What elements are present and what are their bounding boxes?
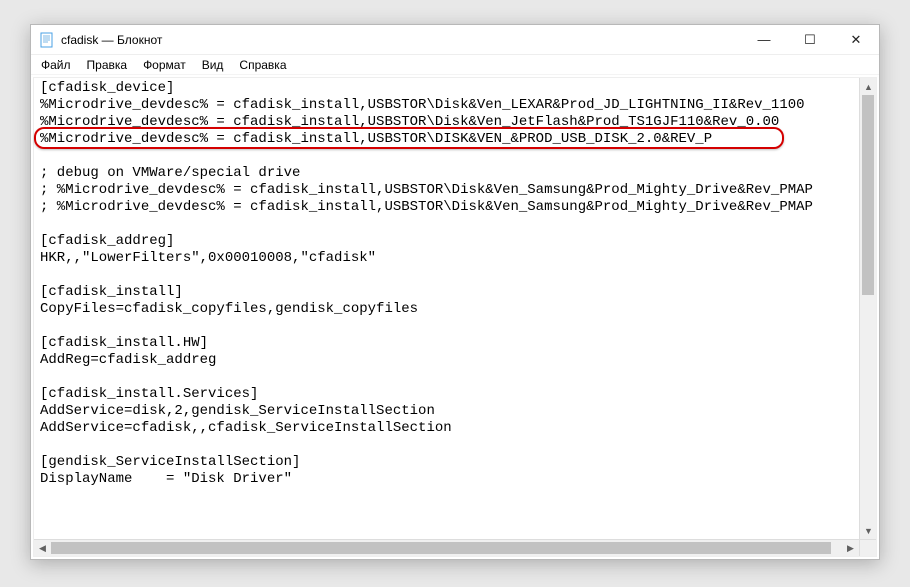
text-line: %Microdrive_devdesc% = cfadisk_install,U… [40, 97, 805, 113]
editor-area: [cfadisk_device] %Microdrive_devdesc% = … [33, 77, 877, 557]
menu-help[interactable]: Справка [233, 57, 292, 73]
text-line: [cfadisk_device] [40, 80, 174, 96]
close-button[interactable]: ✕ [833, 25, 879, 54]
window-controls: — ☐ ✕ [741, 25, 879, 54]
minimize-button[interactable]: — [741, 25, 787, 54]
titlebar[interactable]: cfadisk — Блокнот — ☐ ✕ [31, 25, 879, 55]
text-line: ; %Microdrive_devdesc% = cfadisk_install… [40, 199, 813, 215]
scroll-up-icon[interactable]: ▲ [860, 78, 877, 95]
menu-format[interactable]: Формат [137, 57, 192, 73]
text-line-highlighted: %Microdrive_devdesc% = cfadisk_install,U… [40, 131, 712, 147]
text-line: [cfadisk_addreg] [40, 233, 174, 249]
text-line: AddService=disk,2,gendisk_ServiceInstall… [40, 403, 435, 419]
notepad-window: cfadisk — Блокнот — ☐ ✕ Файл Правка Форм… [30, 24, 880, 560]
text-line: DisplayName = "Disk Driver" [40, 471, 292, 487]
menu-edit[interactable]: Правка [81, 57, 134, 73]
notepad-icon [39, 32, 55, 48]
horizontal-scrollbar[interactable]: ◀ ▶ [34, 539, 859, 556]
text-line: [cfadisk_install.HW] [40, 335, 208, 351]
text-line: HKR,,"LowerFilters",0x00010008,"cfadisk" [40, 250, 376, 266]
text-line: %Microdrive_devdesc% = cfadisk_install,U… [40, 114, 779, 130]
scroll-down-icon[interactable]: ▼ [860, 522, 877, 539]
menu-file[interactable]: Файл [35, 57, 77, 73]
maximize-button[interactable]: ☐ [787, 25, 833, 54]
hscroll-track[interactable] [51, 540, 842, 556]
vscroll-thumb[interactable] [862, 95, 874, 295]
text-line: AddService=cfadisk,,cfadisk_ServiceInsta… [40, 420, 452, 436]
hscroll-thumb[interactable] [51, 542, 831, 554]
menubar: Файл Правка Формат Вид Справка [31, 55, 879, 75]
text-line: CopyFiles=cfadisk_copyfiles,gendisk_copy… [40, 301, 418, 317]
text-editor[interactable]: [cfadisk_device] %Microdrive_devdesc% = … [34, 78, 876, 556]
text-line: AddReg=cfadisk_addreg [40, 352, 216, 368]
text-line: [gendisk_ServiceInstallSection] [40, 454, 300, 470]
text-line: [cfadisk_install.Services] [40, 386, 258, 402]
menu-view[interactable]: Вид [196, 57, 230, 73]
vscroll-track[interactable] [860, 95, 876, 522]
scroll-left-icon[interactable]: ◀ [34, 540, 51, 557]
scroll-right-icon[interactable]: ▶ [842, 540, 859, 557]
window-title: cfadisk — Блокнот [61, 33, 741, 47]
text-line: ; %Microdrive_devdesc% = cfadisk_install… [40, 182, 813, 198]
text-line: ; debug on VMWare/special drive [40, 165, 300, 181]
vertical-scrollbar[interactable]: ▲ ▼ [859, 78, 876, 539]
text-line: [cfadisk_install] [40, 284, 183, 300]
scroll-corner [859, 539, 876, 556]
